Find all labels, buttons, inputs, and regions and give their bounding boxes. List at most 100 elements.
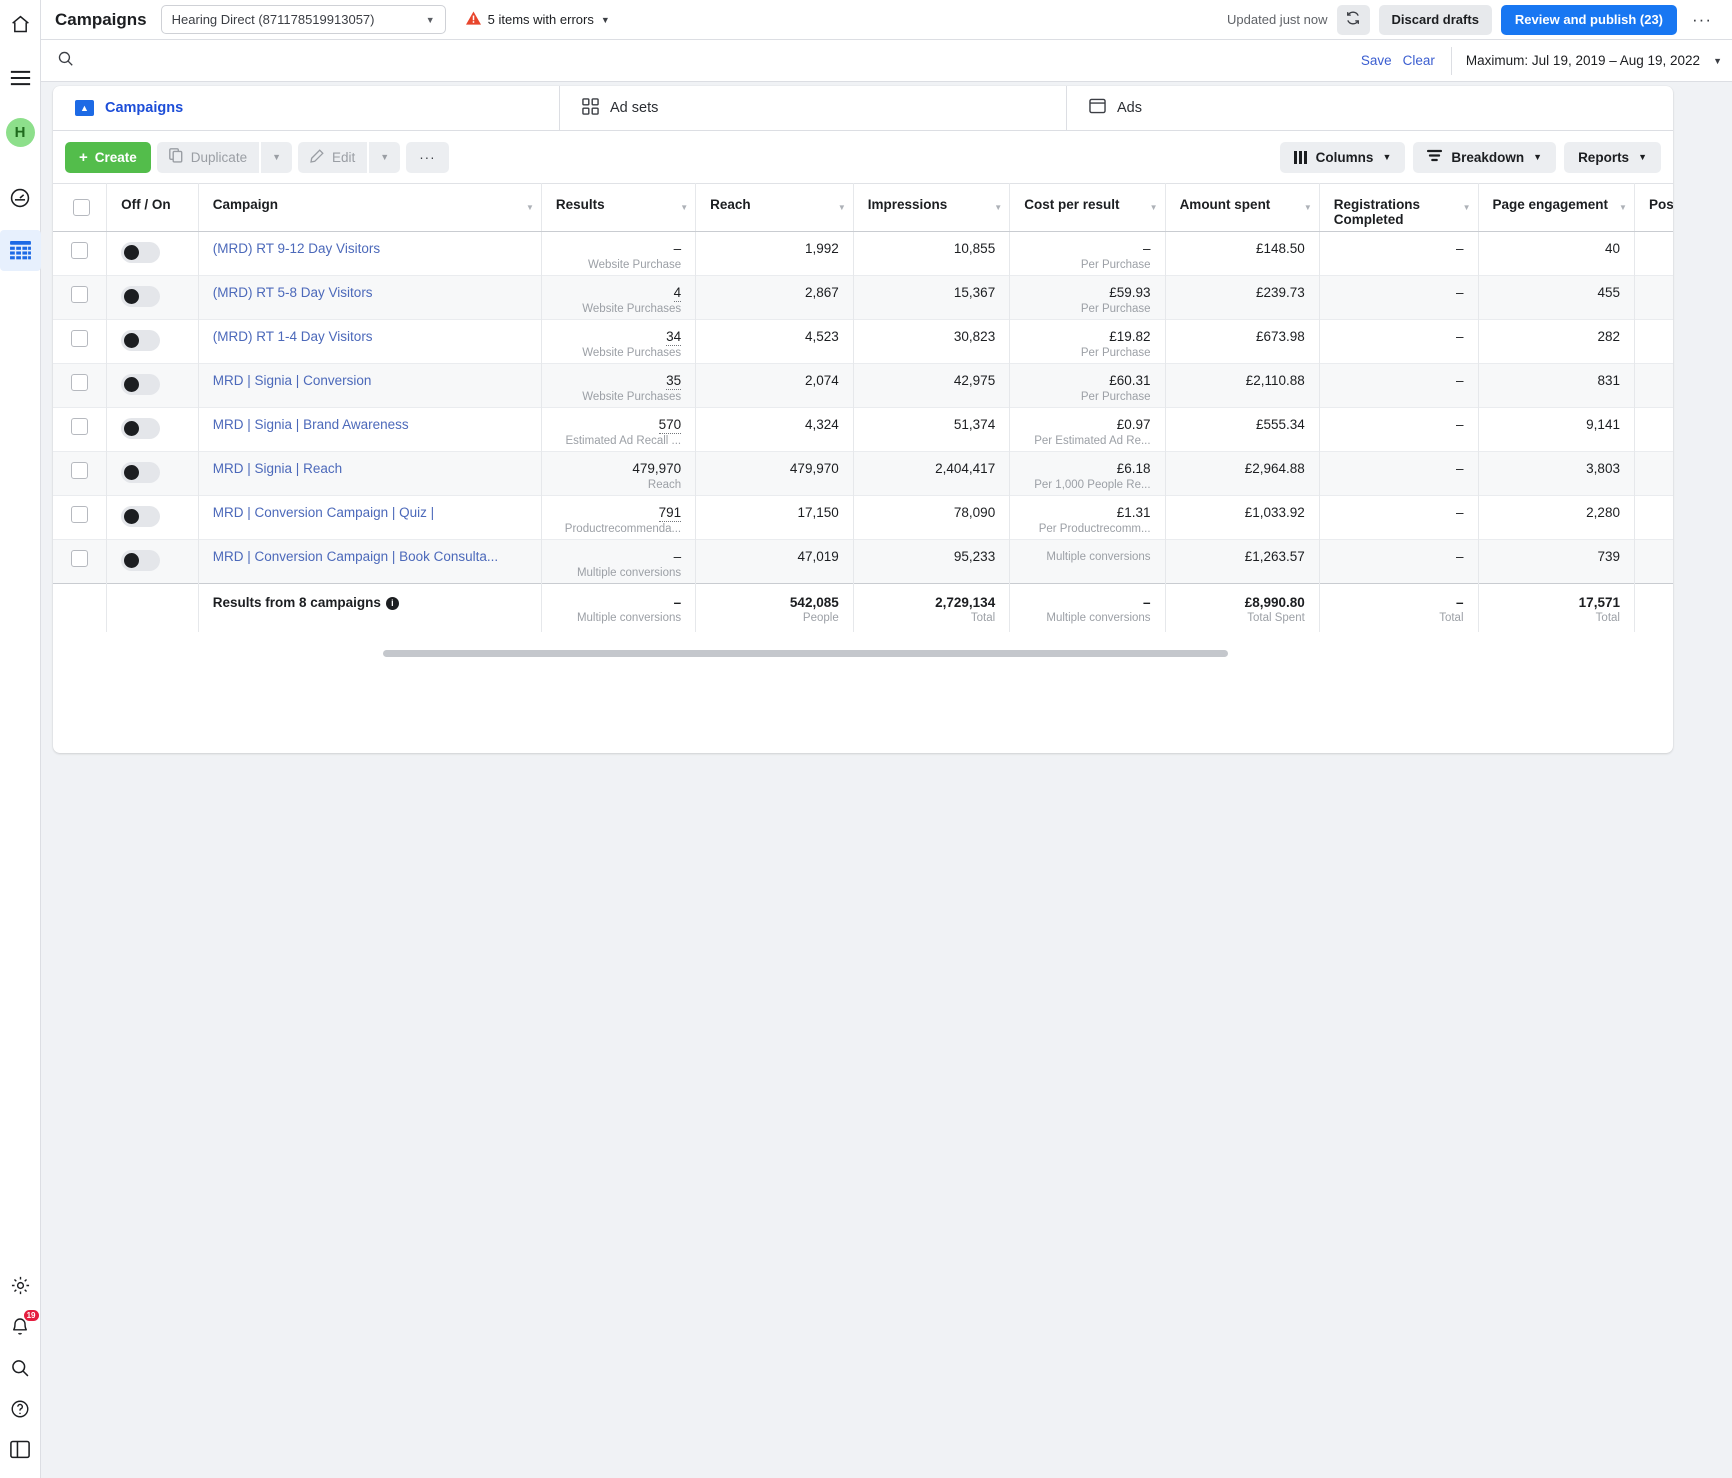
col-header-cost-per-result[interactable]: Cost per result ▼ [1010, 184, 1165, 232]
row-checkbox[interactable] [71, 550, 88, 567]
reach: 4,324 [696, 408, 853, 433]
table-row[interactable]: MRD | Signia | Reach479,970Reach479,9702… [53, 452, 1673, 496]
campaign-on-off-toggle[interactable] [121, 550, 160, 571]
chevron-down-icon[interactable]: ▼ [1304, 203, 1312, 212]
panel-toggle-icon[interactable] [0, 1429, 41, 1470]
table-row[interactable]: MRD | Signia | Brand Awareness570Estimat… [53, 408, 1673, 452]
row-checkbox[interactable] [71, 506, 88, 523]
breakdown-button[interactable]: Breakdown ▼ [1413, 142, 1556, 173]
table-row[interactable]: MRD | Conversion Campaign | Book Consult… [53, 540, 1673, 584]
edit-caret-button[interactable]: ▼ [369, 142, 400, 173]
toolbar-more-button[interactable]: ··· [406, 142, 449, 173]
col-header-impressions-label: Impressions [868, 197, 998, 212]
review-publish-button[interactable]: Review and publish (23) [1501, 5, 1677, 35]
row-checkbox[interactable] [71, 462, 88, 479]
horizontal-scrollbar-thumb[interactable] [383, 650, 1228, 657]
clear-filter-link[interactable]: Clear [1403, 53, 1435, 68]
duplicate-caret-button[interactable]: ▼ [261, 142, 292, 173]
registrations-completed-value: – [1334, 549, 1464, 565]
search-input[interactable] [83, 53, 1361, 69]
tab-ads[interactable]: Ads [1067, 86, 1673, 131]
row-checkbox[interactable] [71, 374, 88, 391]
totals-spent-cell: £8,990.80 Total Spent [1165, 584, 1319, 632]
dashboard-icon[interactable] [0, 177, 41, 218]
campaign-on-off-toggle[interactable] [121, 374, 160, 395]
row-checkbox[interactable] [71, 286, 88, 303]
row-checkbox[interactable] [71, 242, 88, 259]
notifications-icon[interactable]: 19 [0, 1306, 41, 1347]
chevron-down-icon[interactable]: ▼ [994, 203, 1002, 212]
discard-drafts-button[interactable]: Discard drafts [1379, 5, 1492, 35]
campaign-link[interactable]: (MRD) RT 5-8 Day Visitors [213, 285, 527, 300]
campaign-link[interactable]: (MRD) RT 9-12 Day Visitors [213, 241, 527, 256]
refresh-button[interactable] [1337, 5, 1370, 35]
col-header-post-comments[interactable]: Post comments [1634, 184, 1673, 232]
campaign-link[interactable]: MRD | Signia | Brand Awareness [213, 417, 527, 432]
save-filter-link[interactable]: Save [1361, 53, 1392, 68]
campaign-on-off-toggle[interactable] [121, 418, 160, 439]
table-row[interactable]: (MRD) RT 5-8 Day Visitors4Website Purcha… [53, 276, 1673, 320]
tab-adsets[interactable]: Ad sets [560, 86, 1066, 131]
help-icon[interactable] [0, 1388, 41, 1429]
table-icon[interactable] [0, 230, 41, 271]
results-value-text: 35 [666, 373, 681, 390]
col-header-campaign[interactable]: Campaign ▼ [198, 184, 541, 232]
chevron-down-icon[interactable]: ▼ [526, 203, 534, 212]
col-header-reach[interactable]: Reach ▼ [696, 184, 854, 232]
amount-spent-cell: £1,033.92 [1165, 496, 1319, 540]
horizontal-scrollbar[interactable] [53, 647, 1673, 661]
account-selector[interactable]: Hearing Direct (871178519913057) ▼ [161, 5, 446, 34]
col-header-impressions[interactable]: Impressions ▼ [853, 184, 1009, 232]
settings-icon[interactable] [0, 1265, 41, 1306]
info-icon[interactable]: i [386, 597, 399, 610]
select-all-checkbox[interactable] [73, 199, 90, 216]
date-range-picker[interactable]: Maximum: Jul 19, 2019 – Aug 19, 2022 ▼ [1451, 47, 1722, 75]
reports-button[interactable]: Reports ▼ [1564, 142, 1661, 173]
chevron-down-icon: ▼ [426, 15, 435, 25]
create-button[interactable]: + Create [65, 142, 151, 173]
campaign-on-off-toggle[interactable] [121, 330, 160, 351]
table-row[interactable]: MRD | Conversion Campaign | Quiz |791Pro… [53, 496, 1673, 540]
campaign-link[interactable]: (MRD) RT 1-4 Day Visitors [213, 329, 527, 344]
campaign-on-off-toggle[interactable] [121, 286, 160, 307]
totals-registrations-sub: Total [1334, 610, 1464, 627]
row-checkbox[interactable] [71, 418, 88, 435]
campaign-on-off-toggle[interactable] [121, 242, 160, 263]
col-header-registrations-label: Registrations Completed [1334, 197, 1467, 227]
row-select-cell [53, 540, 107, 584]
col-header-registrations[interactable]: Registrations Completed ▼ [1319, 184, 1478, 232]
col-header-amount-spent[interactable]: Amount spent ▼ [1165, 184, 1319, 232]
chevron-down-icon[interactable]: ▼ [1463, 203, 1471, 212]
table-row[interactable]: (MRD) RT 9-12 Day Visitors–Website Purch… [53, 232, 1673, 276]
table-row[interactable]: (MRD) RT 1-4 Day Visitors34Website Purch… [53, 320, 1673, 364]
home-icon[interactable] [0, 4, 41, 45]
chevron-down-icon[interactable]: ▼ [1619, 203, 1627, 212]
impressions: 95,233 [854, 540, 1009, 565]
campaign-link[interactable]: MRD | Conversion Campaign | Book Consult… [213, 549, 527, 564]
header-more-icon[interactable]: ··· [1686, 10, 1718, 30]
table-row[interactable]: MRD | Signia | Conversion35Website Purch… [53, 364, 1673, 408]
row-checkbox[interactable] [71, 330, 88, 347]
edit-button[interactable]: Edit [298, 142, 367, 173]
campaign-on-off-toggle[interactable] [121, 462, 160, 483]
campaign-link[interactable]: MRD | Signia | Reach [213, 461, 527, 476]
avatar[interactable]: H [0, 112, 41, 153]
chevron-down-icon[interactable]: ▼ [680, 203, 688, 212]
columns-button[interactable]: Columns ▼ [1280, 142, 1406, 173]
duplicate-button[interactable]: Duplicate [157, 142, 259, 173]
menu-icon[interactable] [0, 57, 41, 98]
page-engagement-value: 831 [1493, 373, 1620, 389]
tab-campaigns[interactable]: ▲ Campaigns [53, 86, 559, 131]
search-icon[interactable] [0, 1347, 41, 1388]
campaign-link[interactable]: MRD | Conversion Campaign | Quiz | [213, 505, 527, 520]
chevron-down-icon[interactable]: ▼ [1150, 203, 1158, 212]
campaign-on-off-toggle[interactable] [121, 506, 160, 527]
chevron-down-icon[interactable]: ▼ [838, 203, 846, 212]
cost-per-result-value: – [1024, 241, 1150, 257]
campaign-link[interactable]: MRD | Signia | Conversion [213, 373, 527, 388]
totals-reach: 542,085 People [696, 584, 853, 627]
errors-indicator[interactable]: 5 items with errors ▼ [466, 11, 610, 28]
col-header-page-engagement[interactable]: Page engagement ▼ [1478, 184, 1634, 232]
row-toggle-cell [107, 276, 199, 320]
col-header-results[interactable]: Results ▼ [541, 184, 695, 232]
